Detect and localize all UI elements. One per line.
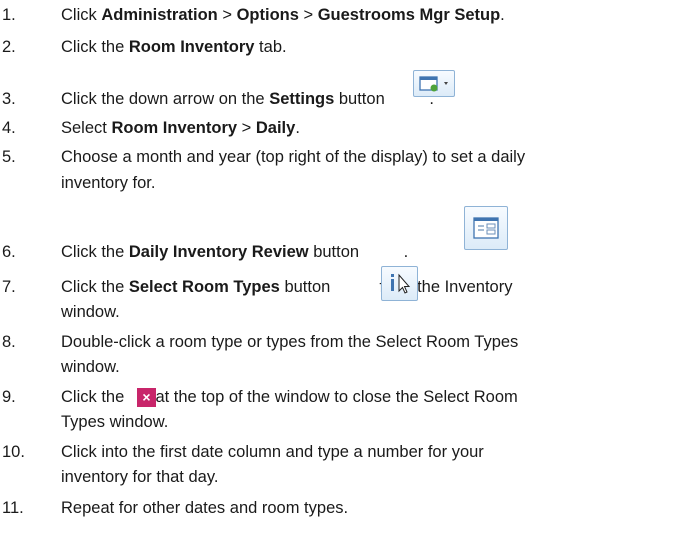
close-icon: × [137, 388, 156, 407]
step-text-continued: window. [61, 303, 120, 321]
step-text: Click Administration > Options > Guestro… [61, 6, 505, 24]
step-text: Click into the first date column and typ… [61, 443, 484, 461]
step-text: Click the down arrow on the Settings but… [61, 90, 434, 108]
step-text: Click the Select Room Types button from … [61, 278, 513, 296]
step-text: Repeat for other dates and room types. [61, 499, 349, 517]
step-number: 5. [2, 148, 16, 166]
step-number: 11. [2, 499, 24, 517]
step-number: 3. [2, 90, 16, 108]
step-text: Choose a month and year (top right of th… [61, 148, 526, 166]
step-number: 6. [2, 243, 16, 261]
step-text-continued: inventory for. [61, 174, 156, 192]
daily-inventory-review-icon [464, 206, 508, 250]
settings-dropdown-icon [413, 70, 455, 97]
select-room-types-icon [381, 266, 418, 301]
step-number: 2. [2, 38, 16, 56]
step-text: Click the at the top of the window to cl… [61, 388, 518, 406]
step-number: 10. [2, 443, 25, 461]
step-number: 1. [2, 6, 16, 24]
step-number: 4. [2, 119, 16, 137]
step-text-continued: inventory for that day. [61, 468, 219, 486]
step-text: Double-click a room type or types from t… [61, 333, 519, 351]
step-text-continued: window. [61, 358, 120, 376]
step-text-continued: Types window. [61, 413, 169, 431]
step-text: Click the Daily Inventory Review button … [61, 243, 409, 261]
step-text: Select Room Inventory > Daily. [61, 119, 300, 137]
step-number: 7. [2, 278, 16, 296]
step-text: Click the Room Inventory tab. [61, 38, 287, 56]
step-number: 9. [2, 388, 16, 406]
step-number: 8. [2, 333, 16, 351]
